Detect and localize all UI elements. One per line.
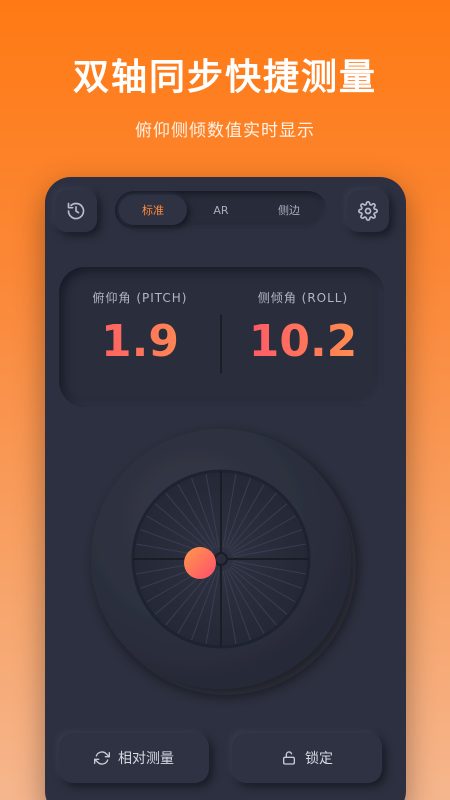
dial-center-dot [214,552,228,566]
unlock-icon [283,751,295,765]
hero-subtitle: 俯仰侧倾数值实时显示 [135,121,315,141]
relative-measure-button[interactable]: 相对测量 [59,733,209,783]
phone-screen: 标准 AR 侧边 俯仰角 (PITCH) 1.9 侧倾角 (ROLL) 10.2 [45,177,406,800]
refresh-icon [94,751,110,765]
hero-title: 双轴同步快捷测量 [72,57,377,98]
lock-label: 锁定 [305,751,333,767]
level-bubble [184,547,216,579]
lock-button[interactable]: 锁定 [232,733,382,783]
relative-measure-label: 相对测量 [118,751,174,767]
bubble-level-dial [91,429,351,689]
